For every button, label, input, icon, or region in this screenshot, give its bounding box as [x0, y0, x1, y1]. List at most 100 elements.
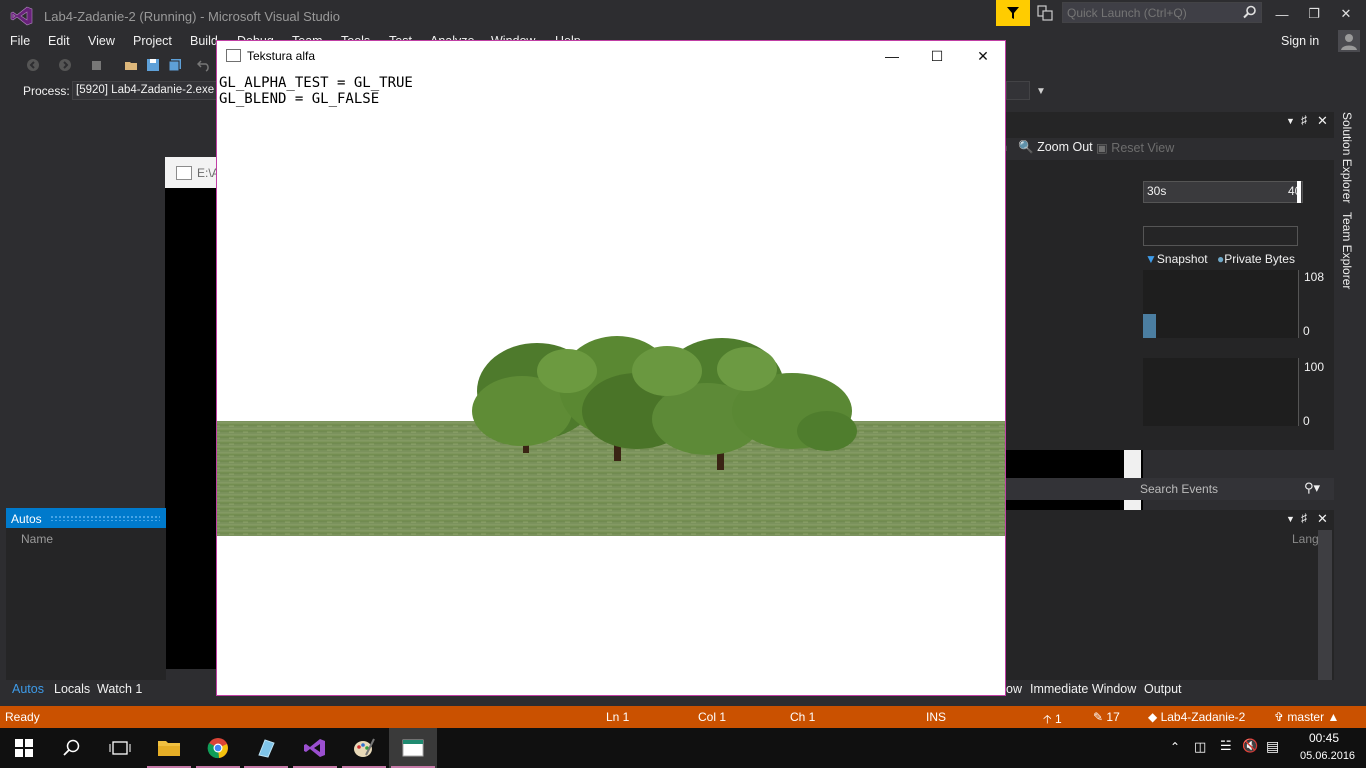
- diagnostics-filter-box[interactable]: [1143, 226, 1298, 246]
- status-text: Ready: [5, 710, 40, 724]
- open-folder-icon[interactable]: [124, 58, 138, 72]
- window-title: Lab4-Zadanie-2 (Running) - Microsoft Vis…: [44, 9, 341, 24]
- tray-device-icon[interactable]: ◫: [1194, 739, 1206, 755]
- panel-dropdown-icon[interactable]: ▼: [1286, 116, 1295, 126]
- sign-in-link[interactable]: Sign in: [1281, 34, 1319, 48]
- tab-team-explorer[interactable]: Team Explorer: [1340, 212, 1354, 289]
- taskbar-app[interactable]: [242, 728, 290, 768]
- status-pending-changes[interactable]: ✎ 17: [1093, 710, 1120, 724]
- gl-window-title: Tekstura alfa: [247, 49, 316, 63]
- volume-muted-icon[interactable]: 🔇: [1242, 738, 1258, 754]
- vs-close-button[interactable]: ✕: [1334, 4, 1358, 24]
- panel-dropdown-icon[interactable]: ▼: [1286, 514, 1295, 524]
- app-icon: [258, 739, 275, 758]
- tab-watch1[interactable]: Watch 1: [97, 682, 142, 696]
- lang-scrollbar[interactable]: [1318, 530, 1332, 680]
- account-icon[interactable]: [1338, 30, 1360, 52]
- quick-launch-input[interactable]: [1063, 3, 1237, 22]
- memory-max-label: 100: [1304, 360, 1325, 374]
- pencil-icon: ✎: [1093, 710, 1104, 724]
- tab-callstack-fragment[interactable]: ow: [1006, 682, 1022, 696]
- gc-max-label: 108: [1304, 270, 1325, 284]
- forward-icon[interactable]: [58, 58, 72, 72]
- stack-frame-select[interactable]: [1006, 81, 1030, 100]
- lang-column-header[interactable]: Lang: [1292, 532, 1319, 546]
- tab-autos[interactable]: Autos: [12, 682, 44, 696]
- close-icon: ✕: [1340, 6, 1352, 21]
- task-view-icon: [109, 741, 131, 755]
- tab-immediate-window[interactable]: Immediate Window: [1030, 682, 1136, 696]
- status-repository[interactable]: ◆ Lab4-Zadanie-2: [1148, 710, 1245, 724]
- tab-output[interactable]: Output: [1144, 682, 1182, 696]
- timeline-start-label: 30s: [1147, 184, 1167, 198]
- maximize-icon: ☐: [930, 47, 944, 64]
- gl-maximize-button[interactable]: ☐: [914, 45, 960, 67]
- taskbar-visual-studio[interactable]: [291, 728, 339, 768]
- search-icon[interactable]: ⚲▾: [1304, 480, 1320, 496]
- autos-name-column[interactable]: Name: [21, 532, 53, 546]
- wifi-icon[interactable]: ☱: [1220, 738, 1232, 754]
- gl-minimize-button[interactable]: —: [869, 45, 915, 67]
- task-view-button[interactable]: [96, 728, 144, 768]
- clock-time[interactable]: 00:45: [1309, 731, 1339, 745]
- branch-icon: ✞: [1274, 710, 1285, 724]
- tab-solution-explorer[interactable]: Solution Explorer: [1340, 112, 1354, 203]
- status-char: Ch 1: [790, 710, 816, 724]
- search-icon: [63, 739, 80, 756]
- clock-date[interactable]: 05.06.2016: [1300, 750, 1355, 762]
- gl-close-button[interactable]: ✕: [960, 45, 1006, 67]
- quick-launch-box[interactable]: [1062, 2, 1262, 23]
- panel-close-icon[interactable]: ✕: [1317, 511, 1328, 527]
- pin-icon[interactable]: ♯: [1301, 113, 1307, 127]
- search-icon: [1243, 5, 1256, 19]
- menu-build[interactable]: Build: [190, 34, 218, 48]
- process-label: Process:: [23, 84, 70, 98]
- chrome-icon: [207, 738, 228, 759]
- zoom-out-button[interactable]: 🔍 Zoom Out: [1018, 140, 1093, 155]
- start-button[interactable]: [0, 728, 48, 768]
- new-project-icon[interactable]: [90, 58, 104, 72]
- paint-icon: [354, 738, 375, 757]
- gc-chart: [1143, 270, 1299, 338]
- toolbar-overflow-icon[interactable]: ▼: [1036, 86, 1046, 97]
- gl-render-canvas[interactable]: GL_ALPHA_TEST = GL_TRUE GL_BLEND = GL_FA…: [217, 71, 1005, 695]
- taskbar-paint[interactable]: [340, 728, 388, 768]
- status-column: Col 1: [698, 710, 727, 724]
- windows-icon: [15, 739, 33, 757]
- memory-chart: [1143, 358, 1299, 426]
- feedback-filter-button[interactable]: [996, 0, 1030, 26]
- action-center-icon[interactable]: ▤: [1266, 738, 1279, 755]
- vs-restore-button[interactable]: ❐: [1302, 4, 1326, 24]
- taskbar-file-explorer[interactable]: [145, 728, 193, 768]
- menu-file[interactable]: File: [10, 34, 30, 48]
- tray-chevron-icon[interactable]: ⌃: [1170, 740, 1180, 754]
- menu-project[interactable]: Project: [133, 34, 172, 48]
- reset-view-button[interactable]: ▣ Reset View: [1096, 140, 1174, 155]
- timeline-ruler[interactable]: [1143, 181, 1303, 203]
- gl-titlebar: Tekstura alfa — ☐ ✕: [217, 41, 1005, 71]
- search-button[interactable]: [48, 728, 96, 768]
- menu-view[interactable]: View: [88, 34, 115, 48]
- pin-icon[interactable]: ♯: [1301, 511, 1307, 525]
- status-branch[interactable]: ✞ master ▲: [1274, 710, 1339, 724]
- gc-min-label: 0: [1303, 324, 1310, 338]
- legend-private-bytes: ●Private Bytes: [1217, 252, 1295, 266]
- gl-status-line-2: GL_BLEND = GL_FALSE: [219, 91, 380, 107]
- taskbar-gl-app[interactable]: [389, 728, 437, 768]
- save-all-icon[interactable]: [168, 58, 182, 72]
- taskbar-chrome[interactable]: [194, 728, 242, 768]
- menu-edit[interactable]: Edit: [48, 34, 70, 48]
- vs-minimize-button[interactable]: —: [1270, 4, 1294, 24]
- undo-icon[interactable]: [197, 58, 211, 72]
- notification-icon[interactable]: [1036, 4, 1054, 22]
- tab-locals[interactable]: Locals: [54, 682, 90, 696]
- back-icon[interactable]: [26, 58, 40, 72]
- process-select[interactable]: [5920] Lab4-Zadanie-2.exe: [72, 81, 218, 100]
- branch-up-icon: ▲: [1327, 710, 1340, 724]
- snapshot-icon: ▼: [1145, 252, 1157, 266]
- autos-header-grip: [50, 515, 160, 521]
- close-icon: ✕: [977, 47, 989, 64]
- save-icon[interactable]: [146, 58, 160, 72]
- timeline-marker[interactable]: [1297, 181, 1301, 203]
- panel-close-icon[interactable]: ✕: [1317, 113, 1328, 129]
